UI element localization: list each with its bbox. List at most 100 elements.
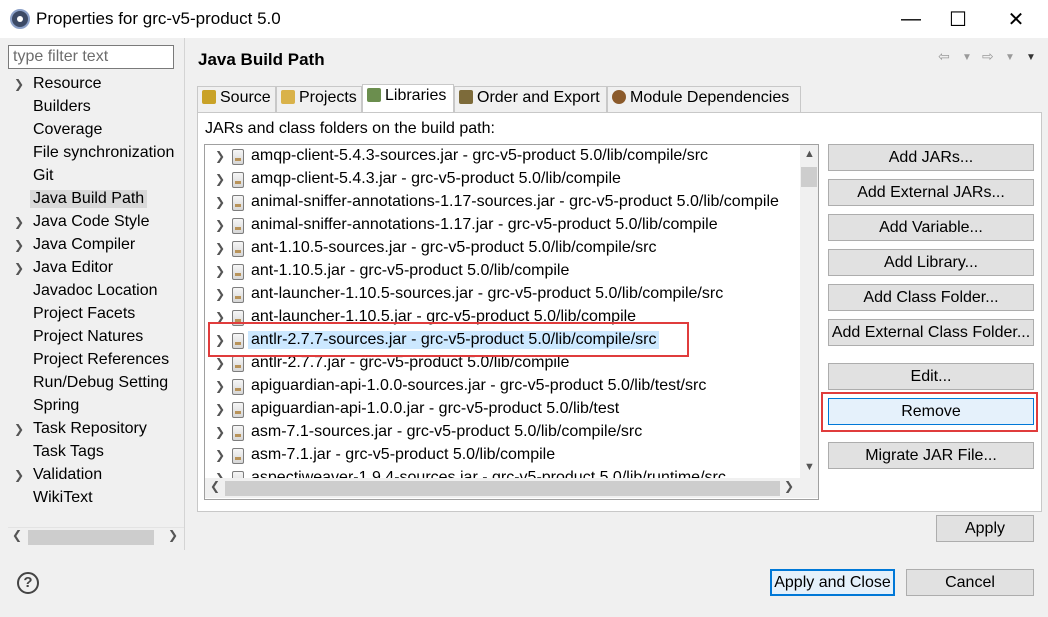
nav-item-label: Git <box>33 167 54 184</box>
list-horizontal-scrollbar[interactable]: ❮ ❯ <box>205 478 800 498</box>
minimize-button[interactable]: — <box>888 0 934 38</box>
expand-chevron-icon[interactable]: ❯ <box>215 218 225 232</box>
nav-item[interactable]: Project References <box>0 350 184 373</box>
nav-item[interactable]: ❯ Task Repository <box>0 419 184 442</box>
expand-chevron-icon[interactable]: ❯ <box>14 468 24 482</box>
add-external-jars-button[interactable]: Add External JARs... <box>828 179 1034 206</box>
scroll-right-icon[interactable]: ❯ <box>168 528 178 542</box>
help-icon[interactable]: ? <box>17 572 39 594</box>
jar-row[interactable]: ❯ amqp-client-5.4.3-sources.jar - grc-v5-… <box>205 146 801 169</box>
list-vertical-scrollbar[interactable]: ▲ ▼ <box>800 145 818 478</box>
forward-menu-chevron-icon[interactable]: ▼ <box>1005 52 1015 63</box>
view-menu-icon[interactable]: ▼ <box>1026 52 1036 63</box>
expand-chevron-icon[interactable]: ❯ <box>14 261 24 275</box>
jar-row[interactable]: ❯ animal-sniffer-annotations-1.17.jar - g… <box>205 215 801 238</box>
expand-chevron-icon[interactable]: ❯ <box>215 241 225 255</box>
expand-chevron-icon[interactable]: ❯ <box>215 448 225 462</box>
nav-item[interactable]: Coverage <box>0 120 184 143</box>
nav-item[interactable]: Git <box>0 166 184 189</box>
nav-item[interactable]: WikiText <box>0 488 184 511</box>
nav-item[interactable]: ❯ Java Compiler <box>0 235 184 258</box>
jar-file-icon <box>232 172 244 188</box>
nav-item-label: File synchronization <box>33 144 175 161</box>
nav-item-label: Builders <box>33 98 91 115</box>
expand-chevron-icon[interactable]: ❯ <box>215 425 225 439</box>
jar-row[interactable]: ❯ amqp-client-5.4.3.jar - grc-v5-product … <box>205 169 801 192</box>
nav-item[interactable]: ❯ Java Code Style <box>0 212 184 235</box>
expand-chevron-icon[interactable]: ❯ <box>215 264 225 278</box>
add-class-folder-button[interactable]: Add Class Folder... <box>828 284 1034 311</box>
scrollbar-thumb[interactable] <box>801 167 817 187</box>
filter-input[interactable] <box>8 45 174 69</box>
scroll-down-icon[interactable]: ▼ <box>804 461 815 473</box>
panel-divider[interactable] <box>184 38 185 550</box>
add-library-button[interactable]: Add Library... <box>828 249 1034 276</box>
expand-chevron-icon[interactable]: ❯ <box>215 172 225 186</box>
jar-row-label: animal-sniffer-annotations-1.17.jar - gr… <box>251 216 718 233</box>
expand-chevron-icon[interactable]: ❯ <box>215 379 225 393</box>
jar-row[interactable]: ❯ apiguardian-api-1.0.0.jar - grc-v5-prod… <box>205 399 801 422</box>
cancel-button[interactable]: Cancel <box>906 569 1034 596</box>
forward-arrow-icon[interactable]: ⇨ <box>982 48 994 65</box>
apply-button[interactable]: Apply <box>936 515 1034 542</box>
tab-projects[interactable]: Projects <box>276 86 362 112</box>
add-variable-button[interactable]: Add Variable... <box>828 214 1034 241</box>
nav-item[interactable]: ❯ Validation <box>0 465 184 488</box>
nav-horizontal-scrollbar[interactable]: ❮ ❯ <box>8 527 184 546</box>
jar-row[interactable]: ❯ asm-7.1-sources.jar - grc-v5-product 5.… <box>205 422 801 445</box>
back-arrow-icon[interactable]: ⇦ <box>938 48 950 65</box>
nav-item[interactable]: Project Natures <box>0 327 184 350</box>
expand-chevron-icon[interactable]: ❯ <box>14 238 24 252</box>
migrate-jar-file-button[interactable]: Migrate JAR File... <box>828 442 1034 469</box>
nav-item[interactable]: ❯ Java Editor <box>0 258 184 281</box>
tab-module-dependencies[interactable]: Module Dependencies <box>607 86 801 112</box>
nav-item[interactable]: Spring <box>0 396 184 419</box>
scroll-left-icon[interactable]: ❮ <box>12 528 22 542</box>
jar-row[interactable]: ❯ apiguardian-api-1.0.0-sources.jar - grc… <box>205 376 801 399</box>
nav-item[interactable]: Run/Debug Setting <box>0 373 184 396</box>
scrollbar-thumb[interactable] <box>28 530 154 545</box>
expand-chevron-icon[interactable]: ❯ <box>14 422 24 436</box>
nav-item-label: Task Tags <box>33 443 104 460</box>
nav-item[interactable]: Task Tags <box>0 442 184 465</box>
expand-chevron-icon[interactable]: ❯ <box>215 287 225 301</box>
apply-and-close-button[interactable]: Apply and Close <box>770 569 895 596</box>
tab-order-and-export[interactable]: Order and Export <box>454 86 607 112</box>
scroll-left-icon[interactable]: ❮ <box>210 479 220 493</box>
nav-item[interactable]: Project Facets <box>0 304 184 327</box>
scroll-up-icon[interactable]: ▲ <box>804 148 815 160</box>
nav-item-label: Run/Debug Setting <box>33 374 169 391</box>
projects-folder-icon <box>281 90 295 104</box>
nav-item[interactable]: ❯ Resource <box>0 74 184 97</box>
jar-file-icon <box>232 402 244 418</box>
tab-libraries[interactable]: Libraries <box>362 84 454 112</box>
tab-source[interactable]: Source <box>197 86 276 112</box>
add-external-class-folder-button[interactable]: Add External Class Folder... <box>828 319 1034 346</box>
nav-item[interactable]: Java Build Path <box>0 189 184 212</box>
nav-item[interactable]: Javadoc Location <box>0 281 184 304</box>
edit-button[interactable]: Edit... <box>828 363 1034 390</box>
expand-chevron-icon[interactable]: ❯ <box>215 195 225 209</box>
close-window-button[interactable]: ✕ <box>993 0 1039 38</box>
jar-row[interactable]: ❯ animal-sniffer-annotations-1.17-sources… <box>205 192 801 215</box>
expand-chevron-icon[interactable]: ❯ <box>14 215 24 229</box>
jar-row-label: asm-7.1-sources.jar - grc-v5-product 5.0… <box>251 423 643 440</box>
nav-item-label: Javadoc Location <box>33 282 158 299</box>
remove-button[interactable]: Remove <box>828 398 1034 425</box>
jar-row[interactable]: ❯ ant-1.10.5.jar - grc-v5-product 5.0/lib… <box>205 261 801 284</box>
maximize-button[interactable]: ☐ <box>935 0 981 38</box>
jar-row[interactable]: ❯ asm-7.1.jar - grc-v5-product 5.0/lib/co… <box>205 445 801 468</box>
expand-chevron-icon[interactable]: ❯ <box>215 149 225 163</box>
expand-chevron-icon[interactable]: ❯ <box>215 402 225 416</box>
expand-chevron-icon[interactable]: ❯ <box>14 77 24 91</box>
add-jars-button[interactable]: Add JARs... <box>828 144 1034 171</box>
nav-item[interactable]: Builders <box>0 97 184 120</box>
expand-chevron-icon[interactable]: ❯ <box>215 356 225 370</box>
scroll-right-icon[interactable]: ❯ <box>784 479 794 493</box>
nav-item[interactable]: File synchronization <box>0 143 184 166</box>
back-menu-chevron-icon[interactable]: ▼ <box>962 52 972 63</box>
build-path-list-label: JARs and class folders on the build path… <box>205 120 495 137</box>
jar-row[interactable]: ❯ ant-launcher-1.10.5-sources.jar - grc-v… <box>205 284 801 307</box>
scrollbar-thumb[interactable] <box>225 481 780 496</box>
jar-row[interactable]: ❯ ant-1.10.5-sources.jar - grc-v5-product… <box>205 238 801 261</box>
